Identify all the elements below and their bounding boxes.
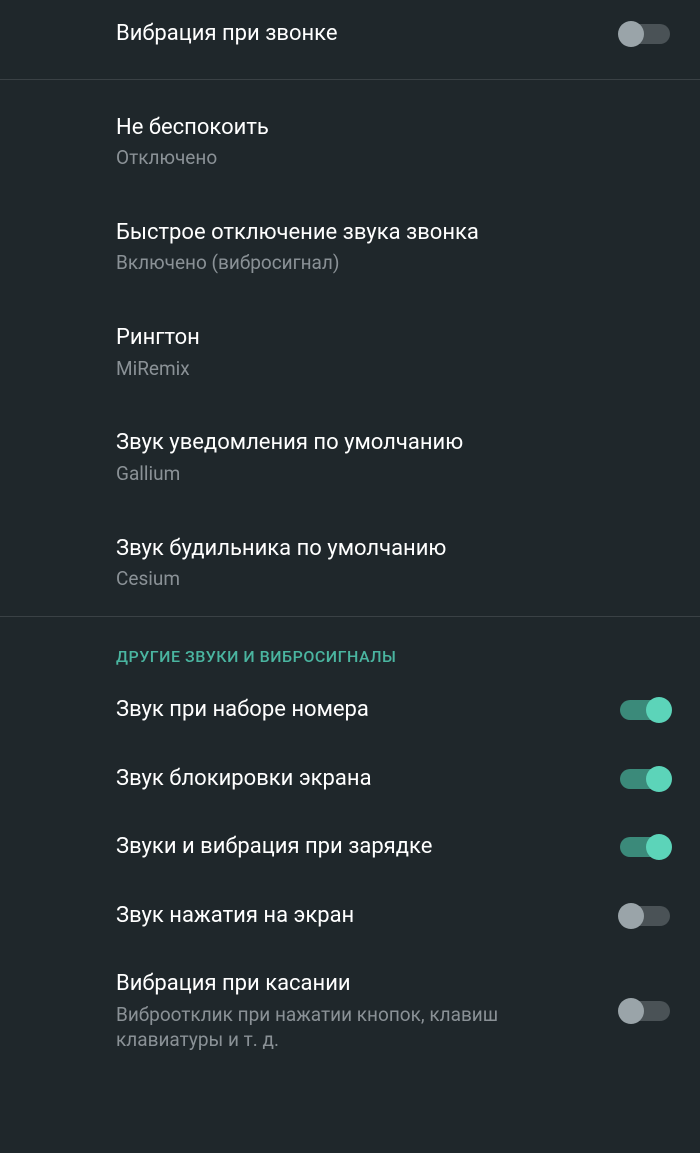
settings-list: Вибрация при звонке Не беспокоить Отключ… [0, 0, 700, 1072]
setting-vibrate-on-call[interactable]: Вибрация при звонке [0, 0, 700, 79]
setting-title: Звук нажатия на экран [116, 902, 600, 931]
setting-dial-pad-tones[interactable]: Звук при наборе номера [0, 676, 700, 745]
toggle-screen-lock-sound[interactable] [620, 769, 670, 789]
setting-title: Не беспокоить [116, 114, 670, 143]
setting-content: Звук нажатия на экран [116, 902, 600, 931]
toggle-thumb [618, 21, 644, 47]
setting-title: Звук будильника по умолчанию [116, 535, 670, 564]
section-header-other-sounds: ДРУГИЕ ЗВУКИ И ВИБРОСИГНАЛЫ [0, 617, 700, 676]
setting-title: Вибрация при звонке [116, 20, 600, 49]
setting-content: Звук блокировки экрана [116, 765, 600, 794]
setting-do-not-disturb[interactable]: Не беспокоить Отключено [0, 90, 700, 195]
toggle-thumb [646, 697, 672, 723]
setting-quick-mute[interactable]: Быстрое отключение звука звонка Включено… [0, 195, 700, 300]
toggle-thumb [618, 903, 644, 929]
setting-content: Звук при наборе номера [116, 696, 600, 725]
setting-subtitle: Отключено [116, 146, 670, 171]
setting-title: Быстрое отключение звука звонка [116, 219, 670, 248]
setting-touch-sounds[interactable]: Звук нажатия на экран [0, 882, 700, 951]
toggle-thumb [618, 998, 644, 1024]
toggle-vibrate-on-call[interactable] [620, 24, 670, 44]
toggle-thumb [646, 834, 672, 860]
toggle-thumb [646, 766, 672, 792]
toggle-touch-sounds[interactable] [620, 906, 670, 926]
setting-content: Не беспокоить Отключено [116, 114, 670, 171]
setting-content: Вибрация при звонке [116, 20, 600, 49]
setting-subtitle: Cesium [116, 567, 670, 592]
setting-ringtone[interactable]: Рингтон MiRemix [0, 300, 700, 405]
setting-charging-sounds[interactable]: Звуки и вибрация при зарядке [0, 813, 700, 882]
setting-content: Рингтон MiRemix [116, 324, 670, 381]
setting-title: Звук уведомления по умолчанию [116, 429, 670, 458]
setting-content: Быстрое отключение звука звонка Включено… [116, 219, 670, 276]
setting-touch-vibration[interactable]: Вибрация при касании Виброотклик при наж… [0, 950, 700, 1072]
setting-title: Звуки и вибрация при зарядке [116, 833, 600, 862]
toggle-touch-vibration[interactable] [620, 1001, 670, 1021]
setting-title: Звук блокировки экрана [116, 765, 600, 794]
setting-subtitle: Включено (вибросигнал) [116, 251, 670, 276]
setting-content: Звук уведомления по умолчанию Gallium [116, 429, 670, 486]
section-sounds: Не беспокоить Отключено Быстрое отключен… [0, 80, 700, 616]
setting-content: Звук будильника по умолчанию Cesium [116, 535, 670, 592]
setting-subtitle: Виброотклик при нажатии кнопок, клавиш к… [116, 1003, 600, 1052]
setting-content: Звуки и вибрация при зарядке [116, 833, 600, 862]
setting-title: Вибрация при касании [116, 970, 600, 999]
setting-title: Рингтон [116, 324, 670, 353]
setting-subtitle: MiRemix [116, 357, 670, 382]
setting-screen-lock-sound[interactable]: Звук блокировки экрана [0, 745, 700, 814]
setting-alarm-sound[interactable]: Звук будильника по умолчанию Cesium [0, 511, 700, 616]
setting-notification-sound[interactable]: Звук уведомления по умолчанию Gallium [0, 405, 700, 510]
toggle-charging-sounds[interactable] [620, 837, 670, 857]
setting-subtitle: Gallium [116, 462, 670, 487]
setting-content: Вибрация при касании Виброотклик при наж… [116, 970, 600, 1052]
setting-title: Звук при наборе номера [116, 696, 600, 725]
toggle-dial-pad-tones[interactable] [620, 700, 670, 720]
